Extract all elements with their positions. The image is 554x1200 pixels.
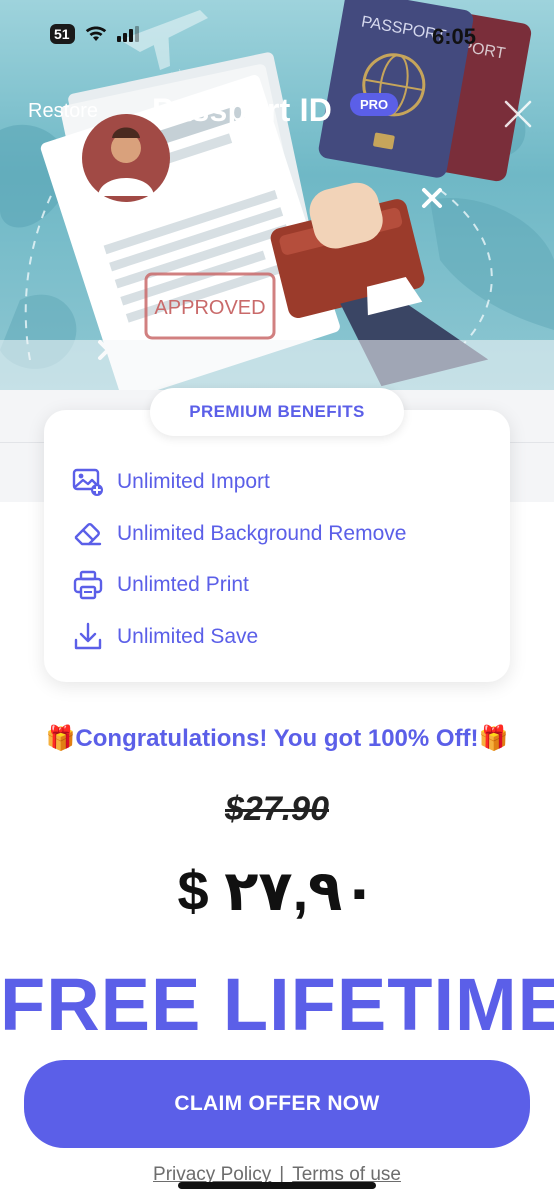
current-price: $ ٢٧,٩٠: [177, 859, 377, 922]
close-icon: [504, 100, 532, 128]
original-price: $27.90: [225, 790, 329, 828]
benefit-label: Unlimited Import: [117, 470, 270, 493]
download-icon: [72, 621, 104, 653]
image-plus-icon: [72, 466, 104, 498]
benefit-label: Unlimited Background Remove: [117, 522, 407, 545]
eraser-icon: [72, 518, 104, 550]
benefits-title: PREMIUM BENEFITS: [150, 388, 404, 436]
home-indicator: [178, 1182, 376, 1189]
wifi-icon: [85, 26, 106, 41]
header: Restore Passport ID PRO: [0, 88, 554, 138]
app-title: Passport ID: [152, 92, 333, 128]
benefit-label: Unlimted Print: [117, 573, 249, 596]
benefit-label: Unlimited Save: [117, 625, 259, 648]
benefit-item-import: Unlimited Import: [72, 464, 270, 500]
cellular-signal-icon: [116, 26, 139, 42]
status-time: 6:05: [431, 24, 476, 49]
status-bar: 51 6:05: [0, 0, 554, 74]
benefit-item-save: Unlimited Save: [72, 619, 258, 655]
free-lifetime-headline: FREE LIFETIME: [0, 963, 554, 1046]
benefit-item-background-remove: Unlimited Background Remove: [72, 516, 406, 552]
printer-icon: [72, 569, 104, 601]
claim-offer-button[interactable]: CLAIM OFFER NOW: [24, 1060, 530, 1148]
congratulations-message: 🎁Congratulations! You got 100% Off!🎁: [45, 725, 509, 752]
pro-badge: PRO: [350, 93, 399, 116]
approved-stamp-text: APPROVED: [154, 297, 265, 319]
close-button[interactable]: [500, 96, 536, 132]
restore-button[interactable]: Restore: [28, 100, 98, 123]
benefit-item-print: Unlimted Print: [72, 567, 249, 603]
signal-badge: 51: [50, 24, 75, 44]
